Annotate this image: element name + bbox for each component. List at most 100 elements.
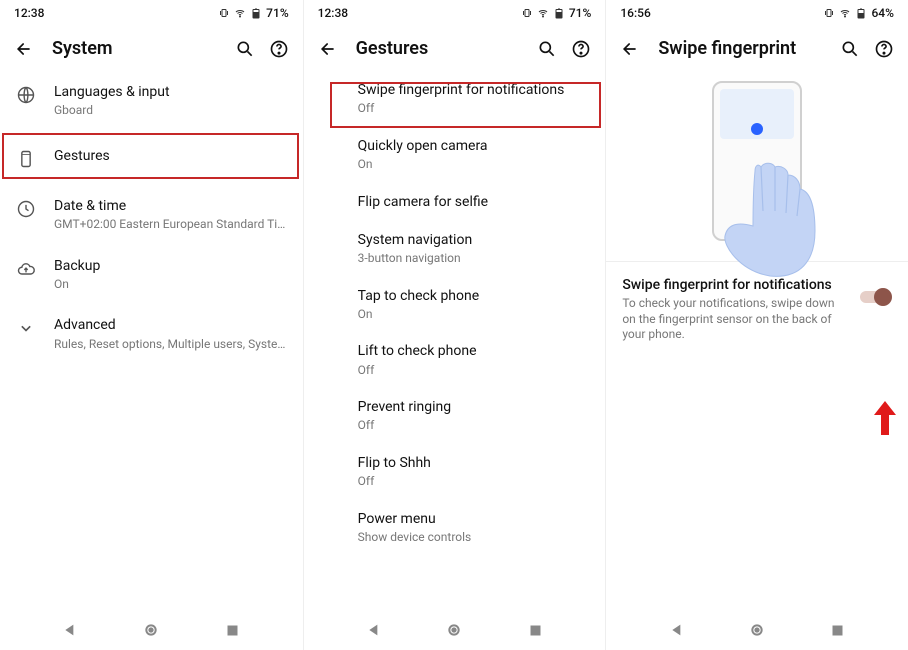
help-button[interactable]: [874, 39, 894, 59]
row-prevent-ringing[interactable]: Prevent ringing Off: [304, 388, 606, 444]
toggle-switch[interactable]: [860, 288, 892, 306]
page-title: Gestures: [356, 38, 520, 59]
navigation-bar: [606, 608, 908, 650]
row-sublabel: GMT+02:00 Eastern European Standard Time: [54, 217, 287, 233]
row-tap-check[interactable]: Tap to check phone On: [304, 277, 606, 333]
nav-home-button[interactable]: [446, 622, 462, 638]
wifi-icon: [839, 7, 851, 19]
page-title: Swipe fingerprint: [658, 38, 822, 59]
search-button[interactable]: [840, 39, 860, 59]
row-sublabel: On: [54, 277, 287, 293]
navigation-bar: [304, 608, 606, 650]
nav-recents-button[interactable]: [830, 622, 846, 638]
help-button[interactable]: [571, 39, 591, 59]
row-backup[interactable]: Backup On: [0, 245, 303, 305]
cloud-up-icon: [16, 259, 36, 279]
nav-recents-button[interactable]: [527, 622, 543, 638]
nav-home-button[interactable]: [143, 622, 159, 638]
chevron-down-icon: [16, 318, 36, 338]
row-flip-camera[interactable]: Flip camera for selfie: [304, 183, 606, 221]
row-sublabel: Rules, Reset options, Multiple users, Sy…: [54, 337, 287, 353]
phone-swipe-fingerprint: 16:56 64% Swipe fingerprint: [605, 0, 908, 650]
row-label: Quickly open camera: [358, 137, 590, 155]
status-bar: 12:38 71%: [0, 0, 303, 24]
hand-icon: [715, 161, 835, 281]
toggle-description: To check your notifications, swipe down …: [622, 296, 848, 343]
back-button[interactable]: [620, 39, 640, 59]
battery-text: 71%: [266, 6, 288, 20]
row-label: Flip to Shhh: [358, 454, 590, 472]
status-time: 16:56: [620, 6, 650, 20]
row-lift-check[interactable]: Lift to check phone Off: [304, 332, 606, 388]
battery-text: 64%: [871, 6, 893, 20]
row-sublabel: Off: [358, 418, 590, 434]
status-bar: 16:56 64%: [606, 0, 908, 24]
search-button[interactable]: [235, 39, 255, 59]
row-label: Swipe fingerprint for notifications: [358, 81, 590, 99]
title-bar: System: [0, 24, 303, 71]
nav-back-button[interactable]: [62, 622, 78, 638]
row-swipe-fingerprint[interactable]: Swipe fingerprint for notifications Off: [304, 71, 606, 127]
back-button[interactable]: [318, 39, 338, 59]
row-gestures[interactable]: Gestures: [0, 131, 303, 185]
row-sublabel: 3-button navigation: [358, 251, 590, 267]
row-label: Date & time: [54, 197, 287, 215]
row-label: Prevent ringing: [358, 398, 590, 416]
row-label: Backup: [54, 257, 287, 275]
row-label: Power menu: [358, 510, 590, 528]
wifi-icon: [537, 7, 549, 19]
nav-recents-button[interactable]: [224, 622, 240, 638]
status-bar: 12:38 71%: [304, 0, 606, 24]
phone-gestures-settings: 12:38 71% Gestures Swipe fingerprint for…: [303, 0, 606, 650]
row-date-time[interactable]: Date & time GMT+02:00 Eastern European S…: [0, 185, 303, 245]
status-icons: 71%: [521, 6, 591, 20]
back-button[interactable]: [14, 39, 34, 59]
phone-system-settings: 12:38 71% System Languages & in: [0, 0, 303, 650]
row-languages-input[interactable]: Languages & input Gboard: [0, 71, 303, 131]
status-icons: 71%: [218, 6, 288, 20]
page-title: System: [52, 38, 217, 59]
row-sublabel: On: [358, 307, 590, 323]
row-label: Lift to check phone: [358, 342, 590, 360]
battery-icon: [553, 7, 565, 19]
title-bar: Swipe fingerprint: [606, 24, 908, 71]
row-label: Gestures: [54, 147, 287, 165]
row-sublabel: Gboard: [54, 103, 287, 119]
row-sublabel: On: [358, 157, 590, 173]
row-label: Flip camera for selfie: [358, 193, 590, 211]
row-advanced[interactable]: Advanced Rules, Reset options, Multiple …: [0, 304, 303, 364]
row-flip-shhh[interactable]: Flip to Shhh Off: [304, 444, 606, 500]
help-button[interactable]: [269, 39, 289, 59]
search-button[interactable]: [537, 39, 557, 59]
row-label: System navigation: [358, 231, 590, 249]
navigation-bar: [0, 608, 303, 650]
row-sublabel: Off: [358, 474, 590, 490]
fingerprint-dot-icon: [751, 123, 763, 135]
row-label: Advanced: [54, 316, 287, 334]
title-bar: Gestures: [304, 24, 606, 71]
row-sublabel: Off: [358, 363, 590, 379]
row-sublabel: Show device controls: [358, 530, 590, 546]
nav-back-button[interactable]: [669, 622, 685, 638]
globe-icon: [16, 85, 36, 105]
row-label: Tap to check phone: [358, 287, 590, 305]
row-power-menu[interactable]: Power menu Show device controls: [304, 500, 606, 556]
row-sublabel: Off: [358, 101, 590, 117]
battery-text: 71%: [569, 6, 591, 20]
phone-outline-icon: [16, 149, 36, 169]
vibrate-icon: [521, 7, 533, 19]
row-system-nav[interactable]: System navigation 3-button navigation: [304, 221, 606, 277]
status-time: 12:38: [14, 6, 44, 20]
nav-home-button[interactable]: [749, 622, 765, 638]
status-icons: 64%: [823, 6, 893, 20]
row-label: Languages & input: [54, 83, 287, 101]
battery-icon: [250, 7, 262, 19]
arrow-up-annotation: [874, 401, 896, 435]
vibrate-icon: [823, 7, 835, 19]
nav-back-button[interactable]: [366, 622, 382, 638]
clock-icon: [16, 199, 36, 219]
battery-icon: [855, 7, 867, 19]
illustration: [606, 71, 908, 261]
status-time: 12:38: [318, 6, 348, 20]
row-quick-camera[interactable]: Quickly open camera On: [304, 127, 606, 183]
